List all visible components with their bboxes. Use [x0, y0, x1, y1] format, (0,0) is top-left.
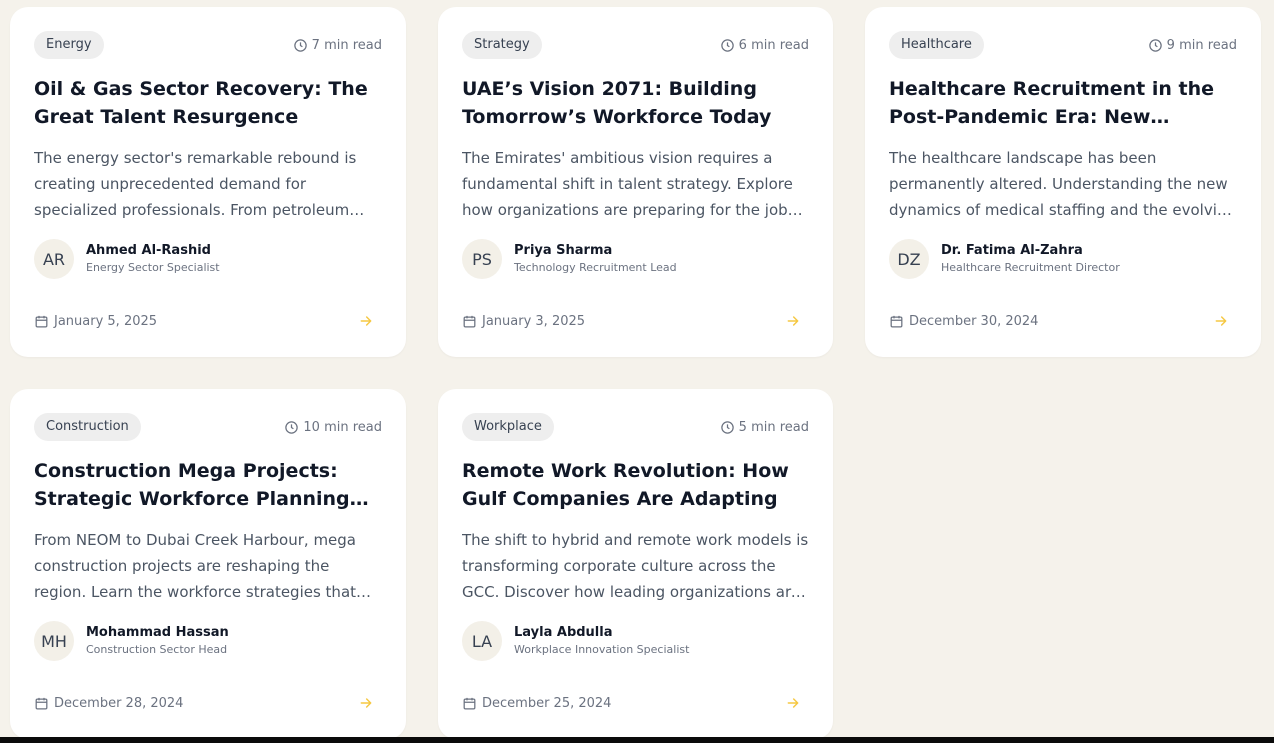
article-card[interactable]: Workplace 5 min read Remote Work Revolut…: [438, 389, 833, 739]
author-info: LA Layla Abdulla Workplace Innovation Sp…: [462, 621, 809, 661]
avatar: DZ: [889, 239, 929, 279]
arrow-right-icon[interactable]: [785, 695, 801, 711]
read-time-label: 9 min read: [1166, 37, 1237, 53]
read-time: 6 min read: [720, 38, 809, 53]
card-footer: January 5, 2025: [34, 311, 382, 331]
article-title[interactable]: Construction Mega Projects: Strategic Wo…: [34, 457, 382, 513]
card-footer: December 30, 2024: [889, 311, 1237, 331]
calendar-icon: [35, 315, 48, 327]
article-card[interactable]: Strategy 6 min read UAE’s Vision 2071: B…: [438, 7, 833, 357]
clock-icon: [293, 38, 307, 52]
author-name: Layla Abdulla: [514, 625, 613, 640]
publish-date: January 5, 2025: [34, 314, 157, 329]
card-footer: January 3, 2025: [462, 311, 809, 331]
card-header: Workplace 5 min read: [462, 413, 809, 441]
author-name: Dr. Fatima Al-Zahra: [941, 243, 1083, 258]
date-label: December 28, 2024: [54, 695, 184, 711]
read-time-label: 7 min read: [311, 37, 382, 53]
author-name: Priya Sharma: [514, 243, 613, 258]
avatar: AR: [34, 239, 74, 279]
article-title[interactable]: Healthcare Recruitment in the Post-Pande…: [889, 75, 1237, 131]
card-header: Energy 7 min read: [34, 31, 382, 59]
author-info: AR Ahmed Al-Rashid Energy Sector Special…: [34, 239, 382, 279]
clock-icon: [285, 420, 299, 434]
article-excerpt: The energy sector's remarkable rebound i…: [34, 149, 357, 219]
publish-date: December 30, 2024: [889, 314, 1038, 329]
author-info: DZ Dr. Fatima Al-Zahra Healthcare Recrui…: [889, 239, 1237, 279]
read-time: 10 min read: [284, 420, 382, 435]
arrow-right-icon[interactable]: [1213, 313, 1229, 329]
calendar-icon: [890, 315, 903, 327]
arrow-right-icon[interactable]: [358, 313, 374, 329]
author-role: Workplace Innovation Specialist: [514, 643, 690, 656]
author-info: PS Priya Sharma Technology Recruitment L…: [462, 239, 809, 279]
calendar-icon: [35, 697, 48, 709]
category-tag[interactable]: Healthcare: [889, 31, 984, 59]
author-role: Technology Recruitment Lead: [514, 261, 677, 274]
article-card[interactable]: Construction 10 min read Construction Me…: [10, 389, 406, 739]
article-title[interactable]: Remote Work Revolution: How Gulf Compani…: [462, 457, 809, 513]
bottom-edge-bar: [0, 737, 1274, 743]
read-time: 5 min read: [720, 420, 809, 435]
author-role: Energy Sector Specialist: [86, 261, 220, 274]
read-time-label: 10 min read: [303, 419, 382, 435]
card-footer: December 28, 2024: [34, 693, 382, 713]
read-time-label: 6 min read: [738, 37, 809, 53]
article-excerpt: The Emirates' ambitious vision requires …: [462, 149, 796, 219]
arrow-right-icon[interactable]: [785, 313, 801, 329]
calendar-icon: [463, 697, 476, 709]
article-card[interactable]: Healthcare 9 min read Healthcare Recruit…: [865, 7, 1261, 357]
blog-grid: Energy 7 min read Oil & Gas Sector Recov…: [0, 0, 1274, 743]
article-excerpt: The shift to hybrid and remote work mode…: [462, 531, 809, 601]
card-header: Strategy 6 min read: [462, 31, 809, 59]
clock-icon: [1148, 38, 1162, 52]
author-info: MH Mohammad Hassan Construction Sector H…: [34, 621, 382, 661]
publish-date: December 25, 2024: [462, 696, 611, 711]
card-header: Healthcare 9 min read: [889, 31, 1237, 59]
category-tag[interactable]: Workplace: [462, 413, 554, 441]
category-tag[interactable]: Construction: [34, 413, 141, 441]
date-label: January 3, 2025: [482, 313, 586, 329]
author-role: Healthcare Recruitment Director: [941, 261, 1120, 274]
date-label: January 5, 2025: [54, 313, 158, 329]
publish-date: December 28, 2024: [34, 696, 183, 711]
author-role: Construction Sector Head: [86, 643, 228, 656]
avatar: PS: [462, 239, 502, 279]
category-tag[interactable]: Strategy: [462, 31, 542, 59]
category-tag[interactable]: Energy: [34, 31, 104, 59]
article-card[interactable]: Energy 7 min read Oil & Gas Sector Recov…: [10, 7, 406, 357]
article-title[interactable]: UAE’s Vision 2071: Building Tomorrow’s W…: [462, 75, 809, 131]
read-time: 7 min read: [293, 38, 382, 53]
article-excerpt: The healthcare landscape has been perman…: [889, 149, 1236, 219]
article-excerpt: From NEOM to Dubai Creek Harbour, mega c…: [34, 531, 357, 601]
author-name: Ahmed Al-Rashid: [86, 243, 211, 258]
arrow-right-icon[interactable]: [358, 695, 374, 711]
author-name: Mohammad Hassan: [86, 625, 229, 640]
publish-date: January 3, 2025: [462, 314, 585, 329]
clock-icon: [720, 420, 734, 434]
avatar: LA: [462, 621, 502, 661]
clock-icon: [720, 38, 734, 52]
read-time: 9 min read: [1148, 38, 1237, 53]
calendar-icon: [463, 315, 476, 327]
card-header: Construction 10 min read: [34, 413, 382, 441]
avatar: MH: [34, 621, 74, 661]
card-footer: December 25, 2024: [462, 693, 809, 713]
date-label: December 25, 2024: [482, 695, 612, 711]
date-label: December 30, 2024: [909, 313, 1039, 329]
read-time-label: 5 min read: [738, 419, 809, 435]
article-title[interactable]: Oil & Gas Sector Recovery: The Great Tal…: [34, 75, 382, 131]
